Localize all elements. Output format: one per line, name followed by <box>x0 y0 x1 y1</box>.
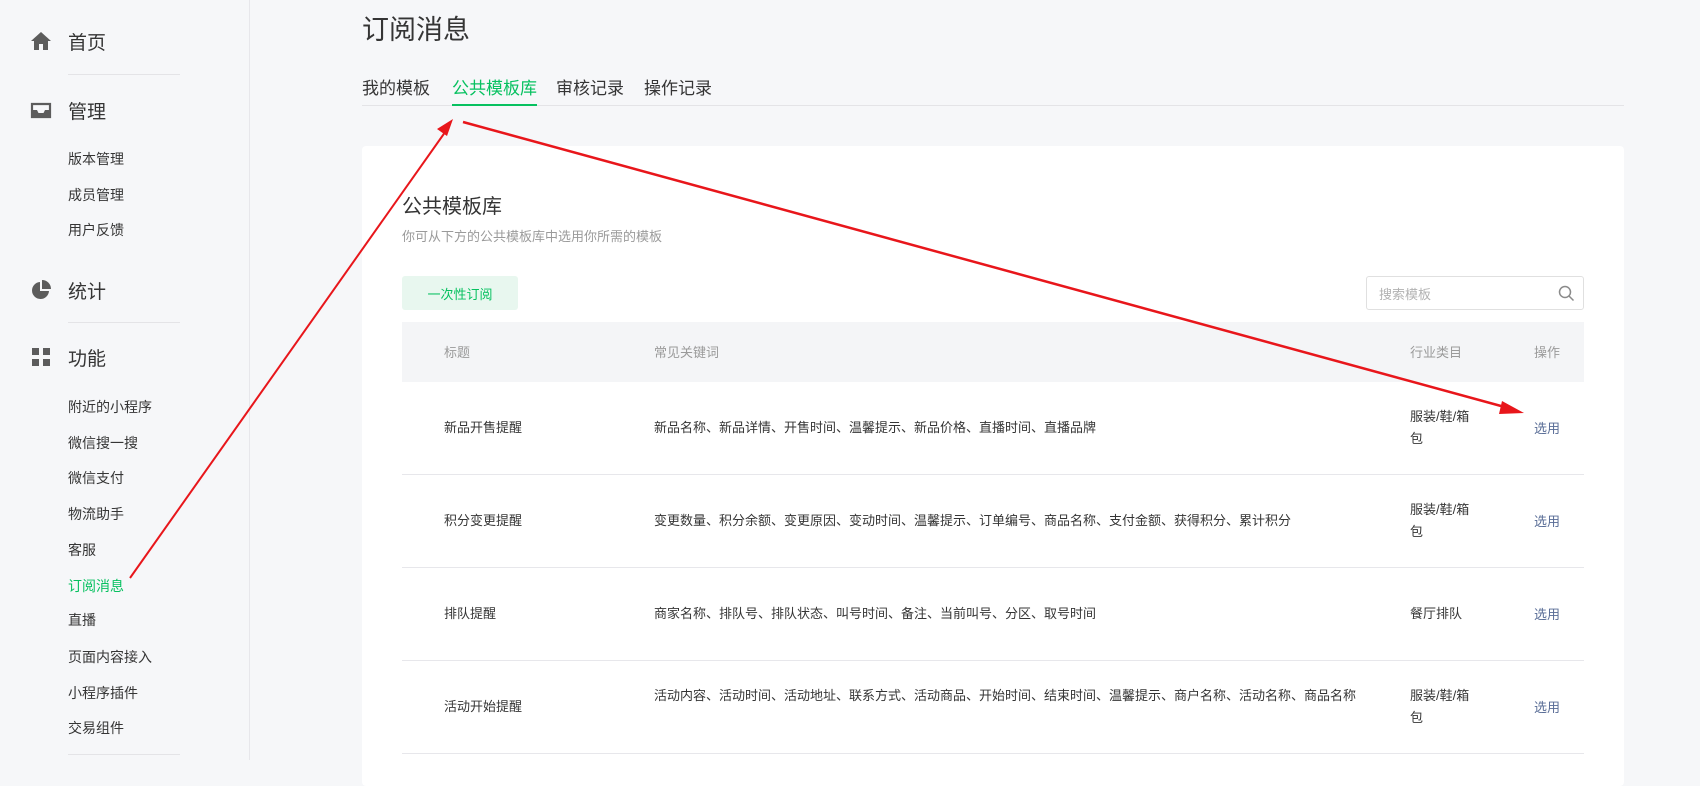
card-description: 你可从下方的公共模板库中选用你所需的模板 <box>402 229 663 244</box>
sidebar-item-plugins[interactable]: 小程序插件 <box>68 683 138 703</box>
select-template-button[interactable]: 选用 <box>1534 511 1560 533</box>
sidebar-item-subscribe-messages[interactable]: 订阅消息 <box>68 576 124 596</box>
sidebar-section-home[interactable]: 首页 <box>30 26 106 56</box>
table-header: 标题 常见关键词 行业类目 操作 <box>402 322 1584 382</box>
home-icon <box>30 30 52 52</box>
search-input[interactable] <box>1377 283 1551 305</box>
select-template-button[interactable]: 选用 <box>1534 697 1560 719</box>
sidebar-item-trade-component[interactable]: 交易组件 <box>68 718 124 738</box>
row-category: 服装/鞋/箱包 <box>1410 502 1470 539</box>
tab-review-records[interactable]: 审核记录 <box>556 74 624 104</box>
row-category: 餐厅排队 <box>1410 606 1463 621</box>
sidebar-item-version[interactable]: 版本管理 <box>68 149 124 169</box>
card-title: 公共模板库 <box>402 196 502 218</box>
template-search[interactable] <box>1366 276 1584 310</box>
row-category: 服装/鞋/箱包 <box>1410 688 1470 725</box>
sidebar-divider <box>68 74 180 75</box>
one-time-subscribe-button[interactable]: 一次性订阅 <box>402 276 518 310</box>
row-keywords: 活动内容、活动时间、活动地址、联系方式、活动商品、开始时间、结束时间、温馨提示、… <box>654 688 1357 703</box>
sidebar-item-feedback[interactable]: 用户反馈 <box>68 220 124 240</box>
sidebar-section-features[interactable]: 功能 <box>30 342 106 372</box>
tab-bar: 我的模板 公共模板库 审核记录 操作记录 <box>362 70 1624 106</box>
row-category: 服装/鞋/箱包 <box>1410 409 1470 446</box>
grid-icon <box>30 346 52 368</box>
search-icon[interactable] <box>1558 285 1575 302</box>
row-keywords: 变更数量、积分余额、变更原因、变动时间、温馨提示、订单编号、商品名称、支付金额、… <box>654 513 1292 528</box>
table-row: 活动开始提醒 活动内容、活动时间、活动地址、联系方式、活动商品、开始时间、结束时… <box>402 661 1584 754</box>
sidebar-section-stats[interactable]: 统计 <box>30 275 106 305</box>
table-row: 积分变更提醒 变更数量、积分余额、变更原因、变动时间、温馨提示、订单编号、商品名… <box>402 475 1584 568</box>
tab-my-templates[interactable]: 我的模板 <box>362 74 430 104</box>
table-row: 新品开售提醒 新品名称、新品详情、开售时间、温馨提示、新品价格、直播时间、直播品… <box>402 382 1584 475</box>
page-title: 订阅消息 <box>362 15 470 45</box>
column-header-category: 行业类目 <box>1410 345 1463 360</box>
sidebar-item-live[interactable]: 直播 <box>68 610 96 630</box>
row-title: 活动开始提醒 <box>444 699 523 714</box>
select-template-button[interactable]: 选用 <box>1534 604 1560 626</box>
sidebar-item-service[interactable]: 客服 <box>68 540 96 560</box>
column-header-title: 标题 <box>444 345 471 360</box>
inbox-icon <box>30 99 52 121</box>
row-keywords: 新品名称、新品详情、开售时间、温馨提示、新品价格、直播时间、直播品牌 <box>654 420 1097 435</box>
tab-public-templates[interactable]: 公共模板库 <box>452 74 537 106</box>
sidebar: 首页 管理 版本管理 成员管理 用户反馈 统计 功能 附近的小程序 微信搜一搜 … <box>0 0 250 760</box>
sidebar-item-logistics[interactable]: 物流助手 <box>68 504 124 524</box>
row-title: 积分变更提醒 <box>444 513 523 528</box>
tab-operation-records[interactable]: 操作记录 <box>644 74 712 104</box>
sidebar-section-manage[interactable]: 管理 <box>30 95 106 125</box>
pie-chart-icon <box>30 279 52 301</box>
select-template-button[interactable]: 选用 <box>1534 418 1560 440</box>
public-template-card: 公共模板库 你可从下方的公共模板库中选用你所需的模板 一次性订阅 标题 常见关键… <box>362 146 1624 786</box>
arrow-head-to-tab <box>437 119 453 136</box>
sidebar-item-members[interactable]: 成员管理 <box>68 185 124 205</box>
sidebar-item-content-access[interactable]: 页面内容接入 <box>68 647 152 667</box>
sidebar-section-label: 功能 <box>68 348 107 370</box>
sidebar-item-search[interactable]: 微信搜一搜 <box>68 433 138 453</box>
row-title: 新品开售提醒 <box>444 420 523 435</box>
table-row: 排队提醒 商家名称、排队号、排队状态、叫号时间、备注、当前叫号、分区、取号时间 … <box>402 568 1584 661</box>
row-keywords: 商家名称、排队号、排队状态、叫号时间、备注、当前叫号、分区、取号时间 <box>654 606 1097 621</box>
row-title: 排队提醒 <box>444 606 497 621</box>
sidebar-section-label: 统计 <box>68 281 107 303</box>
column-header-keywords: 常见关键词 <box>654 345 720 360</box>
sidebar-item-nearby[interactable]: 附近的小程序 <box>68 397 152 417</box>
sidebar-section-label: 管理 <box>68 101 107 123</box>
column-header-action: 操作 <box>1534 345 1561 360</box>
sidebar-divider <box>68 322 180 323</box>
sidebar-section-label: 首页 <box>68 32 107 54</box>
sidebar-item-pay[interactable]: 微信支付 <box>68 468 124 488</box>
sidebar-divider <box>68 754 180 755</box>
